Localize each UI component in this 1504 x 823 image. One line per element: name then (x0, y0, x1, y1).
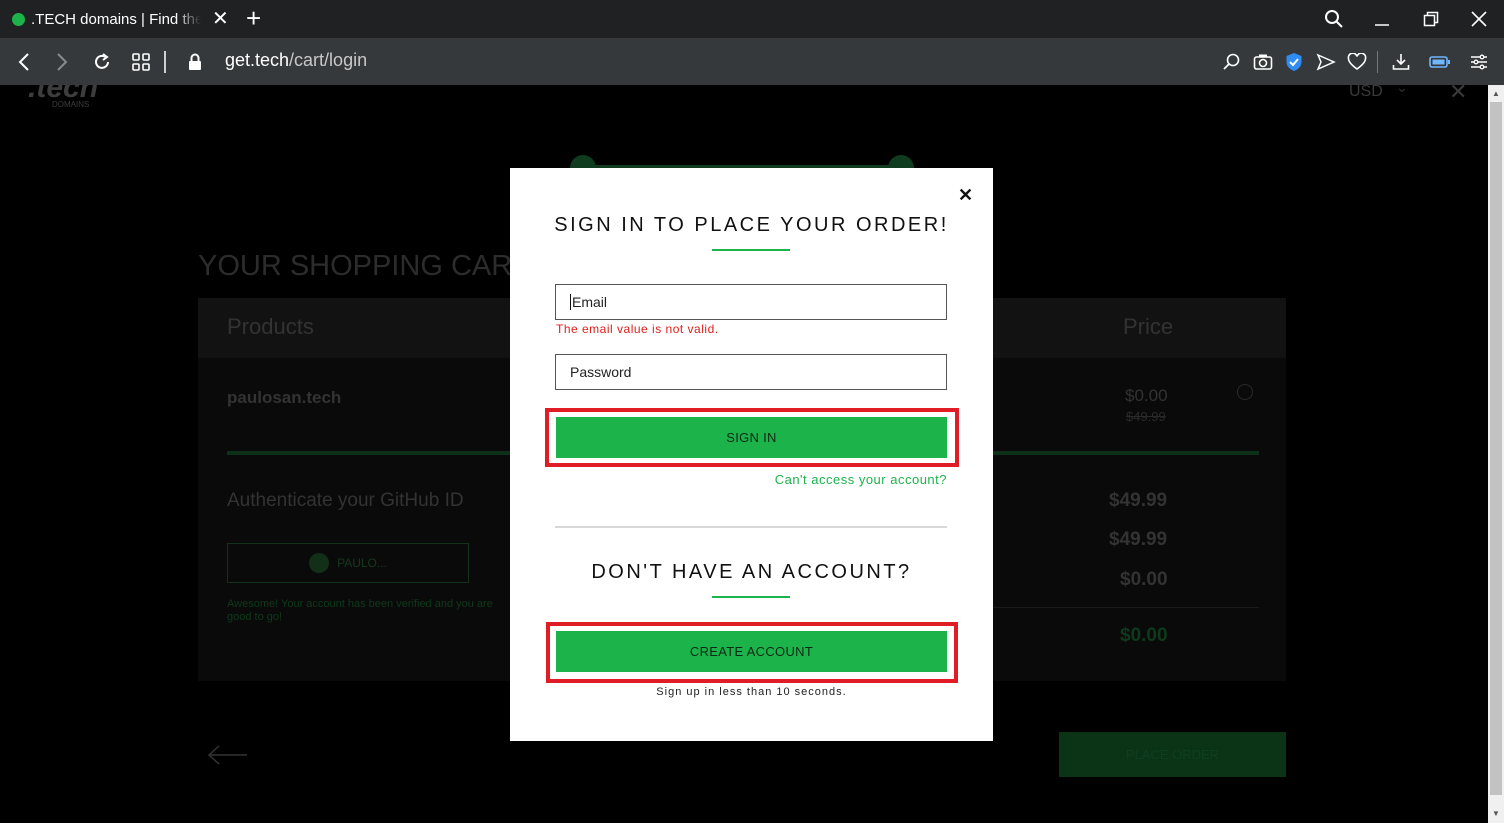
create-account-button[interactable]: CREATE ACCOUNT (556, 631, 947, 672)
lock-icon[interactable] (183, 50, 207, 74)
github-button-label: PAULO... (337, 556, 387, 570)
summary-value-3: $0.00 (1120, 569, 1168, 590)
back-arrow-icon[interactable] (207, 744, 249, 771)
scroll-down-icon[interactable]: ▼ (1492, 809, 1500, 818)
github-button[interactable]: PAULO... (227, 543, 469, 583)
new-tab-icon[interactable]: + (246, 5, 261, 31)
cart-heading: YOUR SHOPPING CART (198, 250, 530, 282)
sign-in-button[interactable]: SIGN IN (556, 417, 947, 458)
minimize-icon[interactable] (1362, 0, 1402, 38)
summary-divider (978, 607, 1259, 608)
forgot-account-link[interactable]: Can't access your account? (775, 472, 947, 487)
favicon-icon (12, 12, 25, 26)
camera-icon[interactable] (1251, 50, 1275, 74)
toolbar-divider (164, 51, 166, 73)
scroll-up-icon[interactable]: ▲ (1492, 89, 1500, 98)
summary-value-2: $49.99 (1109, 529, 1168, 550)
item-old-price: $49.99 (1126, 409, 1166, 424)
tabs-grid-icon[interactable] (129, 50, 153, 74)
total-value: $0.00 (1120, 625, 1168, 646)
no-account-underline (712, 596, 790, 598)
close-window-icon[interactable] (1459, 0, 1499, 38)
restore-icon[interactable] (1411, 0, 1451, 38)
close-page-icon[interactable]: ✕ (1449, 85, 1467, 105)
battery-icon[interactable] (1428, 50, 1452, 74)
reload-icon[interactable] (90, 50, 114, 74)
toolbar-divider (1377, 51, 1378, 73)
close-tab-icon[interactable]: ✕ (212, 9, 229, 29)
text-cursor (570, 294, 571, 310)
currency-select[interactable]: USD (1349, 85, 1383, 101)
github-note: Awesome! Your account has been verified … (227, 598, 493, 623)
scroll-thumb[interactable] (1490, 102, 1502, 795)
email-error: The email value is not valid. (556, 322, 719, 336)
chevron-down-icon: ⌄ (1396, 85, 1408, 95)
site-logo-sub: DOMAINS (52, 100, 90, 109)
no-account-title: DON'T HAVE AN ACCOUNT? (591, 561, 912, 583)
item-price: $0.00 (1125, 386, 1168, 405)
password-placeholder: Password (570, 364, 632, 380)
email-field[interactable]: Email (555, 284, 947, 320)
search-icon[interactable] (1314, 0, 1354, 38)
item-name: paulosan.tech (227, 388, 342, 407)
send-icon[interactable] (1314, 50, 1338, 74)
title-underline (712, 249, 790, 251)
signup-note: Sign up in less than 10 seconds. (656, 686, 847, 698)
tab-bar: .TECH domains | Find the perfect domain … (0, 0, 1504, 38)
password-field[interactable]: Password (555, 354, 947, 390)
email-placeholder: Email (572, 294, 608, 310)
zoom-icon[interactable] (1220, 50, 1244, 74)
place-order-button[interactable]: PLACE ORDER (1059, 732, 1286, 777)
sign-in-modal: ✕ SIGN IN TO PLACE YOUR ORDER! Email The… (510, 168, 993, 741)
forward-icon[interactable] (50, 50, 74, 74)
back-icon[interactable] (12, 50, 36, 74)
url-path: /cart/login (289, 50, 368, 70)
heart-icon[interactable] (1345, 50, 1369, 74)
section-divider (555, 526, 947, 528)
tab-title: .TECH domains | Find the perfect domain (31, 10, 201, 28)
download-icon[interactable] (1389, 50, 1413, 74)
address-bar: get.tech/cart/login (0, 38, 1504, 85)
modal-title: SIGN IN TO PLACE YOUR ORDER! (554, 214, 949, 236)
url-field[interactable]: get.tech/cart/login (225, 50, 367, 71)
summary-value-1: $49.99 (1109, 490, 1168, 511)
remove-item-icon[interactable] (1237, 384, 1253, 400)
github-icon (309, 553, 330, 573)
checkout-steps (570, 155, 916, 181)
settings-icon[interactable] (1467, 50, 1491, 74)
shield-icon[interactable] (1282, 50, 1306, 74)
col-price: Price (1123, 314, 1174, 339)
browser-tab[interactable]: .TECH domains | Find the perfect domain … (0, 0, 238, 38)
col-products: Products (227, 314, 314, 339)
github-heading: Authenticate your GitHub ID (227, 490, 464, 511)
page-scrollbar[interactable]: ▲ ▼ (1488, 85, 1504, 823)
close-modal-icon[interactable]: ✕ (958, 185, 973, 206)
url-host: get.tech (225, 50, 290, 70)
